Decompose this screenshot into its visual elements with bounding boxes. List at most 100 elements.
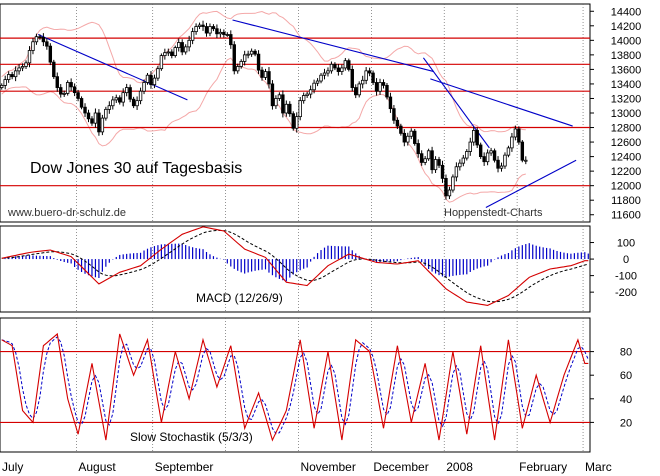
- candle-body-136: [472, 130, 476, 143]
- candle-body-61: [211, 26, 216, 30]
- candle-body-133: [461, 157, 466, 164]
- stoch-tick-label-1: 60: [620, 370, 632, 382]
- candle-body-78: [270, 83, 275, 107]
- candle-body-88: [305, 93, 309, 96]
- month-label-3: November: [300, 460, 355, 474]
- candle-body-125: [433, 159, 438, 171]
- candle-body-101: [350, 69, 354, 88]
- candle-body-109: [378, 82, 382, 92]
- candle-body-12: [41, 37, 46, 43]
- stoch-tick-label-3: 20: [620, 417, 632, 429]
- candle-body-22: [76, 92, 80, 99]
- macd-line: [1, 226, 589, 306]
- price-tick-label-0: 11600: [611, 210, 641, 222]
- candle-body-104: [360, 79, 365, 85]
- candle-body-29: [100, 117, 105, 133]
- month-label-5: 2008: [446, 460, 473, 474]
- candle-body-30: [104, 108, 108, 119]
- macd-tick-label-1: 0: [623, 254, 629, 266]
- candle-body-15: [52, 61, 56, 78]
- candle-body-85: [295, 116, 299, 129]
- candle-body-127: [440, 164, 445, 179]
- candle-body-107: [371, 72, 375, 83]
- candle-body-8: [27, 50, 32, 64]
- candle-body-118: [409, 130, 413, 137]
- month-label-1: August: [78, 460, 116, 474]
- candle-body-20: [69, 82, 73, 88]
- candle-body-56: [194, 26, 198, 33]
- candle-body-134: [465, 151, 469, 159]
- candle-body-146: [506, 147, 511, 156]
- candle-body-64: [222, 31, 226, 35]
- candle-body-43: [149, 74, 153, 86]
- candle-body-97: [336, 67, 341, 72]
- candle-body-17: [59, 87, 63, 95]
- candle-body-2: [6, 74, 11, 80]
- price-tick-label-11: 13800: [611, 50, 642, 62]
- candle-body-72: [249, 50, 254, 55]
- candle-body-139: [482, 156, 486, 163]
- watermark-right: Hoppenstedt-Charts: [444, 207, 543, 219]
- candle-body-89: [308, 89, 313, 95]
- macd-panel: 100 0 -100 -200: [0, 225, 637, 313]
- candle-body-21: [72, 86, 77, 94]
- candle-body-135: [468, 141, 472, 152]
- candle-body-33: [114, 97, 118, 101]
- candle-body-26: [90, 118, 94, 124]
- candle-body-66: [229, 34, 233, 46]
- candle-body-108: [374, 82, 379, 92]
- candle-body-74: [256, 53, 261, 71]
- candle-body-24: [83, 106, 87, 114]
- candle-body-0: [0, 84, 4, 88]
- stoch-tick-label-2: 40: [620, 394, 632, 406]
- candle-body-27: [93, 112, 98, 124]
- candle-body-18: [62, 92, 66, 95]
- candle-body-120: [416, 143, 420, 155]
- macd-label: MACD (12/26/9): [196, 291, 283, 305]
- candle-body-128: [444, 177, 448, 197]
- price-panel: 11600 11800 12000 12200 12400 12600 12800 13000…: [0, 3, 642, 223]
- price-tick-label-2: 12000: [611, 181, 642, 193]
- candle-body-149: [517, 128, 521, 143]
- candle-body-100: [347, 60, 351, 70]
- candle-body-4: [13, 70, 18, 78]
- candle-body-46: [159, 55, 164, 70]
- candle-body-68: [236, 66, 240, 72]
- candle-body-50: [173, 47, 177, 56]
- candle-body-7: [24, 62, 28, 67]
- candle-body-73: [253, 50, 257, 55]
- candle-body-122: [423, 158, 427, 163]
- price-tick-label-7: 13000: [611, 108, 642, 120]
- month-label-4: December: [373, 460, 428, 474]
- candle-body-58: [201, 24, 205, 27]
- candle-body-94: [326, 70, 330, 74]
- candle-body-52: [180, 42, 184, 53]
- candle-body-3: [10, 74, 14, 78]
- candle-body-1: [3, 79, 7, 86]
- candle-body-141: [489, 150, 493, 154]
- candle-body-119: [413, 130, 417, 144]
- candle-body-126: [437, 159, 441, 166]
- candle-body-37: [128, 87, 132, 100]
- price-tick-label-13: 14200: [611, 21, 642, 33]
- candle-body-144: [499, 165, 504, 169]
- bollinger-upper-band: [1, 10, 526, 133]
- candle-body-16: [55, 76, 59, 88]
- candle-body-39: [135, 100, 139, 107]
- price-tick-label-1: 11800: [611, 195, 641, 207]
- candle-body-48: [166, 51, 171, 54]
- candle-body-99: [343, 60, 348, 69]
- candle-body-5: [17, 67, 21, 72]
- candle-body-142: [492, 150, 497, 161]
- candle-body-13: [45, 41, 49, 47]
- price-trendline-3: [430, 78, 573, 127]
- candle-body-98: [340, 67, 344, 72]
- candle-body-103: [357, 83, 361, 96]
- candle-body-6: [20, 66, 25, 69]
- candle-body-151: [524, 159, 528, 162]
- candle-body-34: [118, 97, 122, 103]
- candle-body-67: [232, 44, 236, 72]
- candle-body-130: [451, 176, 455, 191]
- month-axis: July August September November December 2008 F…: [2, 460, 612, 474]
- candle-body-11: [38, 36, 42, 39]
